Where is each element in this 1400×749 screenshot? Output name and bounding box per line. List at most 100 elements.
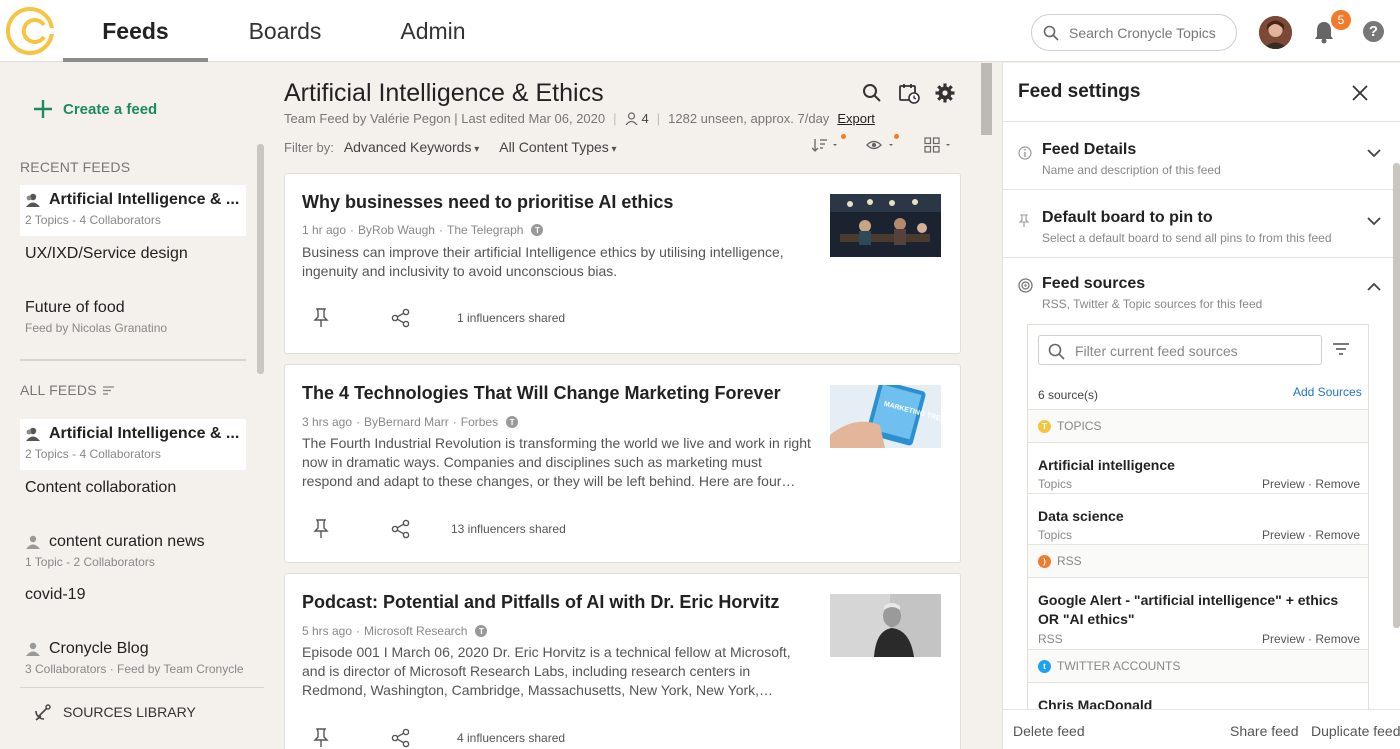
article-thumbnail[interactable] [830,594,941,657]
tab-boards[interactable]: Boards [220,0,350,62]
delete-feed-button[interactable]: Delete feed [1013,723,1085,739]
duplicate-feed-button[interactable]: Duplicate feed [1311,723,1400,739]
article-title[interactable]: Podcast: Potential and Pitfalls of AI wi… [302,592,779,613]
keywords-filter-dropdown[interactable]: Advanced Keywords [344,139,479,155]
article-card[interactable]: The 4 Technologies That Will Change Mark… [284,364,961,563]
article-actions: 1 influencers shared [313,308,565,328]
all-feed-cronycle-blog[interactable]: Cronycle Blog 3 Collaborators · Feed by … [20,640,246,676]
top-bar: Feeds Boards Admin 5 ? [0,0,1400,62]
article-actions: 4 influencers shared [313,728,565,748]
group-label: TOPICS [1057,419,1102,433]
sidebar-scrollbar[interactable] [257,144,264,374]
article-title[interactable]: Why businesses need to prioritise AI eth… [302,192,673,213]
source-type: RSS [1038,632,1063,646]
article-source[interactable]: The Telegraph [447,223,524,237]
sources-library-link[interactable]: SOURCES LIBRARY [20,687,264,722]
settings-icon[interactable] [935,83,955,103]
preview-link[interactable]: Preview [1262,632,1305,646]
share-icon[interactable] [391,308,411,328]
share-icon[interactable] [391,519,411,539]
source-filter-input[interactable] [1075,341,1315,361]
feed-subtitle: 2 Topics - 4 Collaborators [25,213,161,227]
sort-icon[interactable] [812,137,838,153]
feed-title: Content collaboration [25,479,177,496]
sidebar-divider [20,359,246,361]
export-link[interactable]: Export [837,111,875,126]
remove-link[interactable]: Remove [1315,528,1360,542]
cronycle-logo[interactable] [4,3,60,59]
article-source[interactable]: Forbes [461,415,498,429]
section-default-board[interactable]: Default board to pin to Select a default… [1003,189,1400,257]
share-feed-button[interactable]: Share feed [1230,723,1299,739]
topic-search[interactable] [1031,14,1237,51]
sort-icon[interactable] [102,385,114,395]
article-time: 1 hr ago [302,223,347,237]
schedule-icon[interactable] [899,83,920,104]
page-title: Artificial Intelligence & Ethics [284,79,604,107]
preview-link[interactable]: Preview [1262,528,1305,542]
feed-subtitle: 3 Collaborators · Feed by Team Cronycle [25,662,244,676]
recent-feed-future-food[interactable]: Future of food Feed by Nicolas Granatino [20,299,246,335]
article-thumbnail[interactable]: MARKETING TRENDS [830,385,941,448]
group-rss: ) RSS [1028,544,1368,577]
article-source[interactable]: Microsoft Research [364,624,467,638]
notification-badge: 5 [1331,10,1351,30]
recent-feed-ai-ethics[interactable]: Artificial Intelligence & ... 2 Topics -… [20,185,246,236]
panel-scrollbar[interactable] [1393,163,1400,628]
feed-subtitle: Feed by Nicolas Granatino [25,321,168,335]
article-title[interactable]: The 4 Technologies That Will Change Mark… [302,383,781,404]
create-feed-button[interactable]: Create a feed [33,99,157,119]
section-feed-details[interactable]: Feed Details Name and description of thi… [1003,121,1400,189]
eye-icon[interactable] [866,137,896,153]
chevron-down-icon[interactable] [1367,149,1381,158]
all-feed-curation-news[interactable]: content curation news 1 Topic - 2 Collab… [20,533,246,569]
section-title: Default board to pin to [1042,209,1213,226]
pin-icon[interactable] [313,728,329,748]
feed-title: Cronycle Blog [49,640,149,657]
source-filter[interactable] [1038,335,1322,365]
influencers-shared[interactable]: 4 influencers shared [457,731,565,745]
all-feed-content-collab[interactable]: Content collaboration [20,479,246,497]
article-meta: 3 hrs ago · ByBernard Marr · Forbes T [302,415,519,429]
tab-feeds[interactable]: Feeds [63,0,208,62]
article-meta: 1 hr ago · ByRob Waugh · The Telegraph T [302,223,544,237]
search-icon[interactable] [862,83,882,103]
remove-link[interactable]: Remove [1315,477,1360,491]
feed-title: covid-19 [25,586,86,603]
feed-meta: Team Feed by Valérie Pegon | Last edited… [284,111,875,126]
influencers-shared[interactable]: 1 influencers shared [457,311,565,325]
pin-icon[interactable] [313,308,329,328]
preview-link[interactable]: Preview [1262,477,1305,491]
chevron-down-icon[interactable] [1367,217,1381,226]
article-card[interactable]: Podcast: Potential and Pitfalls of AI wi… [284,573,961,749]
section-title: Feed sources [1042,275,1146,292]
influencers-shared[interactable]: 13 influencers shared [451,522,566,536]
tab-admin[interactable]: Admin [370,0,496,62]
sort-indicator-dot [841,134,846,139]
close-icon[interactable] [1352,85,1368,101]
all-feed-covid[interactable]: covid-19 [20,586,246,604]
all-feed-ai-ethics[interactable]: Artificial Intelligence & ... 2 Topics -… [20,419,246,470]
recent-feeds-heading: RECENT FEEDS [20,159,131,175]
article-thumbnail[interactable] [830,194,941,257]
team-icon [25,193,41,207]
filter-icon[interactable] [1332,342,1350,356]
share-icon[interactable] [391,728,411,748]
chevron-up-icon[interactable] [1367,282,1381,291]
article-card[interactable]: Why businesses need to prioritise AI eth… [284,173,961,354]
all-feeds-heading[interactable]: ALL FEEDS [20,382,114,398]
section-feed-sources[interactable]: Feed sources RSS, Twitter & Topic source… [1003,257,1400,324]
topic-search-input[interactable] [1069,23,1229,43]
pin-icon[interactable] [313,519,329,539]
section-title: Feed Details [1042,141,1137,158]
group-label: TWITTER ACCOUNTS [1057,659,1181,673]
main-scrollbar[interactable] [981,63,992,135]
add-sources-link[interactable]: Add Sources [1293,385,1362,399]
avatar[interactable] [1259,16,1292,49]
help-icon[interactable]: ? [1363,21,1384,42]
remove-link[interactable]: Remove [1315,632,1360,646]
content-type-dropdown[interactable]: All Content Types [499,139,616,155]
grid-view-icon[interactable] [924,137,954,153]
recent-feed-ux[interactable]: UX/IXD/Service design [20,245,246,263]
feed-meta-by: Team Feed by Valérie Pegon | Last edited… [284,111,606,126]
